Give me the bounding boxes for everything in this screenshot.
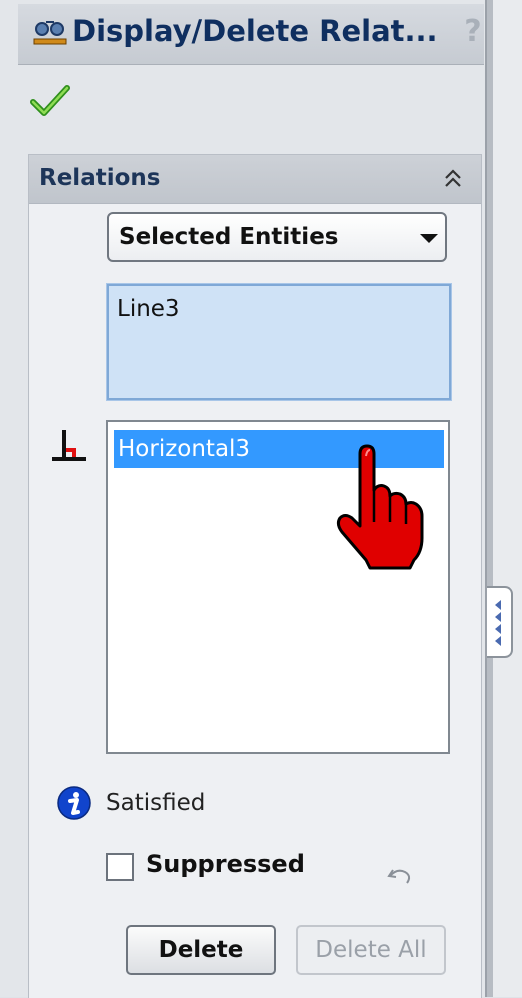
suppressed-label[interactable]: Suppressed	[146, 850, 305, 878]
splitter-border	[487, 0, 493, 997]
undo-icon[interactable]	[385, 864, 415, 888]
relations-header[interactable]: Relations	[29, 155, 481, 204]
panel-splitter[interactable]	[485, 0, 522, 997]
relation-status-text: Satisfied	[106, 790, 206, 816]
title-bar: Display/Delete Relat... ?	[18, 4, 484, 65]
selected-entities-list[interactable]: Line3	[106, 283, 452, 401]
horizontal-relation-icon	[52, 430, 86, 461]
suppressed-checkbox[interactable]	[106, 853, 134, 881]
hand-cursor-icon	[336, 444, 424, 570]
entities-filter-select[interactable]: Selected Entities	[107, 212, 447, 262]
panel-title: Display/Delete Relat...	[72, 14, 438, 48]
delete-all-button[interactable]: Delete All	[296, 925, 446, 975]
splitter-handle[interactable]	[487, 586, 513, 658]
relations-title: Relations	[39, 165, 161, 191]
list-item[interactable]: Line3	[117, 296, 180, 322]
filter-select-value: Selected Entities	[119, 224, 339, 250]
relations-feature-icon	[33, 21, 67, 45]
info-icon	[57, 786, 91, 820]
collapse-arrows-icon	[495, 600, 501, 646]
collapse-chevron-icon[interactable]	[441, 165, 465, 193]
dropdown-arrow-icon	[420, 234, 438, 243]
property-manager-panel: Display/Delete Relat... ? Relations Sele…	[0, 0, 485, 998]
delete-button[interactable]: Delete	[126, 925, 276, 975]
ok-checkmark-icon[interactable]	[30, 84, 70, 118]
